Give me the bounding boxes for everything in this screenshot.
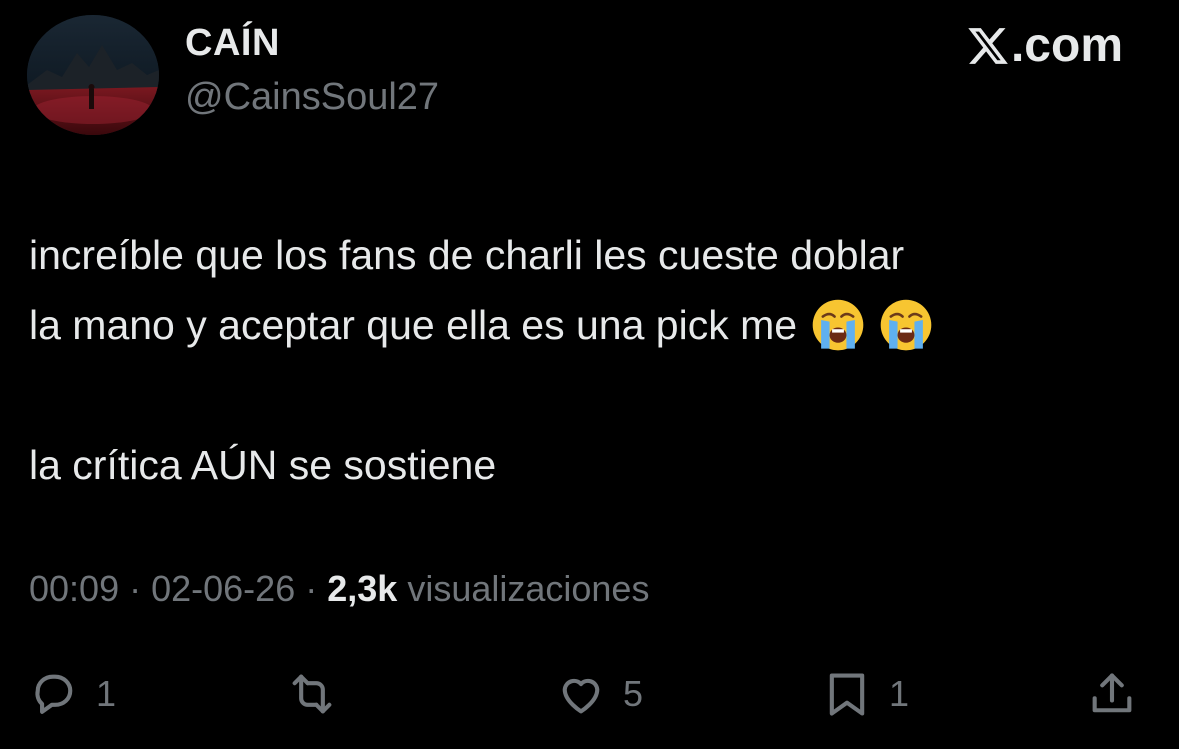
views-count: 2,3k	[327, 568, 398, 609]
reply-button[interactable]: 1	[28, 668, 116, 720]
share-button[interactable]	[1086, 668, 1138, 720]
x-com-watermark: .com	[966, 18, 1123, 73]
tweet-line-text: increíble que los fans de charli les cue…	[29, 232, 905, 278]
avatar-image	[27, 15, 159, 135]
tweet-line: la crítica AÚN se sostiene	[29, 430, 1149, 500]
tweet-line: increíble que los fans de charli les cue…	[29, 220, 1149, 290]
meta-separator: ·	[129, 568, 152, 609]
like-button[interactable]: 5	[555, 668, 643, 720]
bookmark-button[interactable]: 1	[821, 668, 909, 720]
tweet-card: CAÍN @CainsSoul27 .com increíble que los…	[0, 0, 1179, 749]
share-icon	[1092, 673, 1132, 713]
display-name[interactable]: CAÍN	[185, 22, 280, 65]
brand-domain: .com	[1010, 19, 1123, 72]
loudly-crying-face-icon	[811, 298, 865, 352]
reply-count: 1	[96, 673, 117, 714]
heart-icon	[562, 678, 600, 714]
tweet-meta: 00:09 · 02-06-26 · 2,3k visualizaciones	[29, 568, 649, 610]
reply-icon	[35, 674, 73, 714]
views-label: visualizaciones	[407, 568, 650, 609]
x-logo-icon	[968, 27, 1008, 64]
tweet-date[interactable]: 02-06-26	[151, 568, 295, 609]
repost-button[interactable]	[286, 668, 354, 720]
action-bar: 1 5 1	[0, 660, 1179, 730]
bookmark-icon	[829, 673, 865, 716]
loudly-crying-face-icon	[879, 298, 933, 352]
tweet-line: la mano y aceptar que ella es una pick m…	[29, 290, 1149, 360]
tweet-line-text: la crítica AÚN se sostiene	[29, 442, 497, 488]
bookmark-count: 1	[889, 673, 910, 714]
avatar[interactable]	[27, 15, 159, 135]
tweet-line-text: la mano y aceptar que ella es una pick m…	[29, 302, 798, 348]
repost-icon	[292, 674, 332, 714]
tweet-text: increíble que los fans de charli les cue…	[29, 220, 1149, 500]
user-handle[interactable]: @CainsSoul27	[185, 76, 439, 119]
like-count: 5	[623, 673, 644, 714]
meta-separator: ·	[305, 568, 328, 609]
tweet-time[interactable]: 00:09	[29, 568, 119, 609]
